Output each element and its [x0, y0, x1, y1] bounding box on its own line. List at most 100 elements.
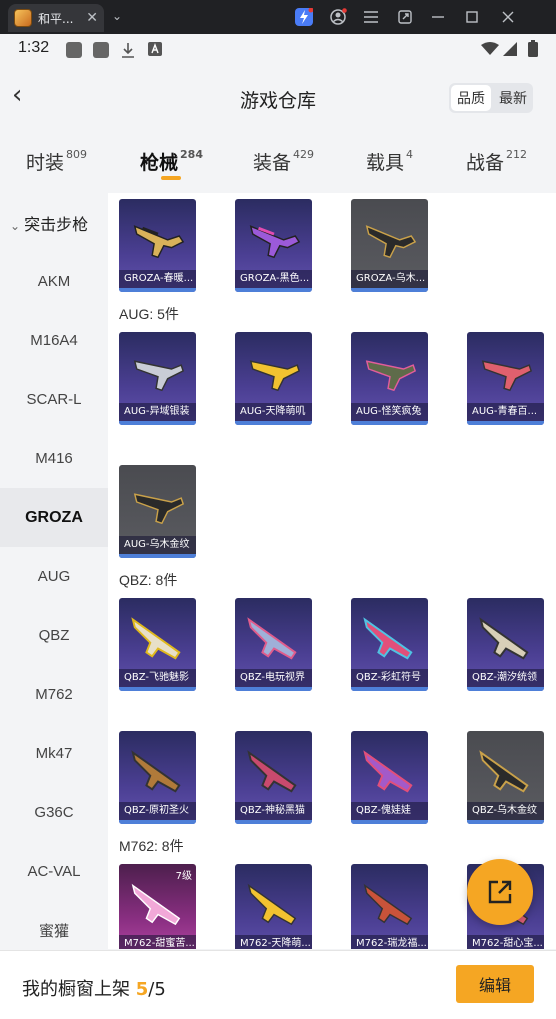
quality-bar [351, 820, 428, 824]
skin-name: AUG-异域银装 [119, 403, 196, 421]
quality-bar [119, 288, 196, 292]
edit-button[interactable]: 编辑 [456, 965, 534, 1003]
tab-dropdown-icon[interactable]: ⌄ [112, 9, 122, 23]
page-header: ‹ 游戏仓库 品质 最新 [0, 64, 556, 134]
skin-name: GROZA-春暖... [119, 270, 196, 288]
skin-card[interactable]: M762-瑞龙福... [351, 864, 428, 949]
sidebar-item-m762[interactable]: M762 [0, 665, 108, 724]
weapon-type-sidebar: ⌄ 突击步枪 AKM M16A4 SCAR-L M416 GROZA AUG QB… [0, 193, 108, 949]
rifle-icon [479, 750, 529, 793]
quality-bar [351, 421, 428, 425]
sidebar-item-qbz[interactable]: QBZ [0, 606, 108, 665]
skin-card[interactable]: AUG-乌木金纹 [119, 465, 196, 558]
skin-card[interactable]: QBZ-潮汐统领 [467, 598, 544, 691]
skin-name: M762-瑞龙福... [351, 935, 428, 949]
skin-name: M762-天降萌... [235, 935, 312, 949]
screenshot-icon[interactable] [394, 6, 416, 28]
skin-card[interactable]: QBZ-神秘黑猫 [235, 731, 312, 824]
status-bar: 1:32 [0, 34, 556, 64]
quality-bar [235, 820, 312, 824]
app-icon [14, 9, 32, 27]
skin-name: QBZ-神秘黑猫 [235, 802, 312, 820]
sidebar-item-mk47[interactable]: Mk47 [0, 724, 108, 783]
skin-card[interactable]: QBZ-彩虹符号 [351, 598, 428, 691]
tab-weapons[interactable]: 枪械 284 [140, 148, 203, 175]
notification-icon [66, 42, 82, 58]
rifle-icon [479, 617, 529, 660]
rifle-icon [363, 883, 413, 926]
sidebar-header-label: 突击步枪 [24, 215, 89, 234]
share-button[interactable] [467, 859, 533, 925]
skin-card[interactable]: GROZA-黑色... [235, 199, 312, 292]
tab-count: 284 [180, 148, 203, 161]
group-title-m762: M762: 8件 [119, 838, 184, 854]
menu-icon[interactable] [360, 6, 382, 28]
skin-card[interactable]: QBZ-傀娃娃 [351, 731, 428, 824]
rifle-icon [365, 360, 417, 392]
rifle-icon [363, 750, 413, 793]
account-icon[interactable] [327, 6, 349, 28]
skin-card[interactable]: QBZ-原初圣火 [119, 731, 196, 824]
tab-close-icon[interactable]: ✕ [86, 10, 98, 26]
maximize-icon[interactable] [461, 6, 483, 28]
sidebar-item-akm[interactable]: AKM [0, 252, 108, 311]
skin-card[interactable]: 7级 M762-甜蜜苦... [119, 864, 196, 949]
skin-name: AUG-天降萌叽 [235, 403, 312, 421]
rifle-icon [247, 750, 297, 793]
quality-bar [119, 421, 196, 425]
quality-bar [351, 288, 428, 292]
sidebar-item-m416[interactable]: M416 [0, 429, 108, 488]
sidebar-item-aug[interactable]: AUG [0, 547, 108, 606]
tab-equipment[interactable]: 装备 429 [253, 148, 314, 175]
status-time: 1:32 [18, 39, 50, 56]
skin-card[interactable]: M762-天降萌... [235, 864, 312, 949]
skin-name: GROZA-乌木... [351, 270, 428, 288]
tab-count: 429 [293, 148, 315, 161]
skin-card[interactable]: QBZ-乌木金纹 [467, 731, 544, 824]
tab-fashion[interactable]: 时装 809 [26, 148, 87, 175]
sort-latest-button[interactable]: 最新 [493, 83, 533, 113]
tab-title: 和平... [38, 11, 74, 26]
download-icon [122, 43, 134, 58]
rifle-icon [247, 883, 297, 926]
skin-card[interactable]: GROZA-乌木... [351, 199, 428, 292]
rifle-icon [481, 360, 533, 392]
skin-name: AUG-怪笑疯兔 [351, 403, 428, 421]
rifle-icon [133, 225, 185, 259]
battery-icon [528, 40, 538, 57]
minimize-icon[interactable] [427, 6, 449, 28]
skin-card[interactable]: GROZA-春暖... [119, 199, 196, 292]
sidebar-item-m16a4[interactable]: M16A4 [0, 311, 108, 370]
skin-card[interactable]: AUG-异域银装 [119, 332, 196, 425]
rifle-icon [363, 617, 413, 660]
active-tab-indicator [161, 176, 181, 180]
sidebar-item-groza[interactable]: GROZA [0, 488, 108, 547]
category-tabs: 时装 809 枪械 284 装备 429 载具 4 战备 212 [0, 140, 556, 190]
sidebar-item-honey-badger[interactable]: 蜜獾 [0, 901, 108, 949]
skin-card[interactable]: AUG-青春百... [467, 332, 544, 425]
external-link-icon [488, 880, 512, 904]
sidebar-item-g36c[interactable]: G36C [0, 783, 108, 842]
quality-bar [235, 687, 312, 691]
skin-card[interactable]: AUG-怪笑疯兔 [351, 332, 428, 425]
tab-vehicles[interactable]: 载具 4 [366, 148, 413, 175]
sort-quality-button[interactable]: 品质 [451, 85, 491, 111]
tab-label: 载具 [366, 152, 405, 174]
quality-bar [467, 820, 544, 824]
skin-card[interactable]: AUG-天降萌叽 [235, 332, 312, 425]
lightning-icon[interactable] [293, 6, 315, 28]
browser-tab[interactable]: 和平... ✕ [8, 4, 104, 32]
wifi-icon [481, 42, 499, 55]
sort-toggle[interactable]: 品质 最新 [449, 83, 533, 113]
skin-card[interactable]: QBZ-飞驰魅影 [119, 598, 196, 691]
sidebar-item-ac-val[interactable]: AC-VAL [0, 842, 108, 901]
skin-card[interactable]: QBZ-电玩视界 [235, 598, 312, 691]
tab-combat-supplies[interactable]: 战备 212 [466, 148, 527, 175]
close-icon[interactable] [497, 6, 519, 28]
rifle-icon [131, 617, 181, 660]
skin-name: QBZ-电玩视界 [235, 669, 312, 687]
keyboard-a-icon [148, 42, 162, 56]
rifle-icon [365, 225, 417, 259]
sidebar-section-header[interactable]: ⌄ 突击步枪 [10, 211, 88, 235]
sidebar-item-scar-l[interactable]: SCAR-L [0, 370, 108, 429]
